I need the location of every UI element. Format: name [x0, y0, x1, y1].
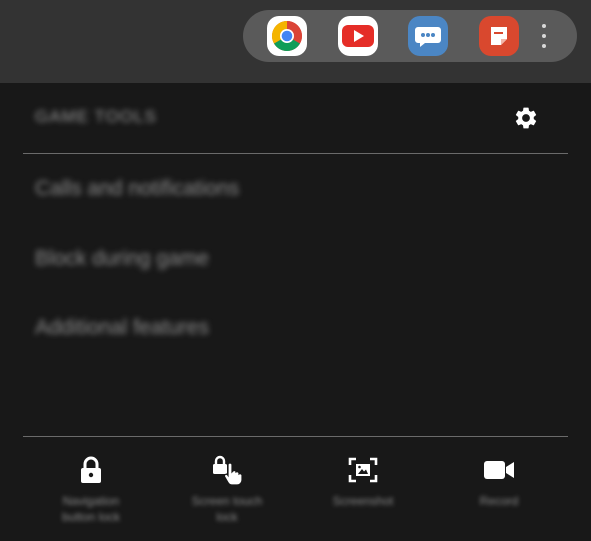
lock-icon	[81, 456, 101, 483]
youtube-app-button[interactable]	[338, 16, 378, 56]
messages-icon	[415, 27, 441, 47]
menu-item-calls-notifications[interactable]: Calls and notifications	[35, 177, 239, 201]
tool-label-line1: Screenshot	[332, 494, 394, 508]
settings-button[interactable]	[512, 104, 540, 132]
tool-label-line2: lock	[216, 510, 238, 524]
game-tools-panel: GAME TOOLS Calls and notifications Block…	[0, 83, 591, 541]
tool-label-line1: Screen touch	[191, 494, 263, 508]
panel-title: GAME TOOLS	[35, 107, 157, 126]
divider-bottom	[23, 436, 568, 437]
tool-label-line2: button lock	[61, 510, 121, 524]
tool-navigation-button-lock[interactable]: Navigation button lock	[21, 455, 161, 525]
notes-icon	[491, 27, 507, 45]
touch-lock-icon	[213, 455, 243, 485]
divider-top	[23, 153, 568, 154]
tool-record[interactable]: Record	[429, 455, 569, 509]
notes-app-button[interactable]	[479, 16, 519, 56]
menu-item-block-during-game[interactable]: Block during game	[35, 247, 209, 271]
chrome-icon	[271, 20, 303, 52]
youtube-icon	[342, 25, 374, 47]
screenshot-icon	[348, 457, 378, 483]
tool-screenshot[interactable]: Screenshot	[293, 455, 433, 509]
tool-label-line1: Navigation	[62, 494, 120, 508]
tool-label-line1: Record	[479, 494, 519, 508]
messages-app-button[interactable]	[408, 16, 448, 56]
more-options-button[interactable]	[536, 22, 552, 50]
tool-screen-touch-lock[interactable]: Screen touch lock	[157, 455, 297, 525]
chrome-app-button[interactable]	[267, 16, 307, 56]
video-record-icon	[484, 461, 514, 479]
menu-item-additional-features[interactable]: Additional features	[35, 316, 209, 340]
gear-icon	[515, 107, 537, 129]
more-vertical-icon	[542, 24, 546, 28]
top-strip	[0, 0, 591, 83]
floating-app-bar	[243, 10, 577, 62]
